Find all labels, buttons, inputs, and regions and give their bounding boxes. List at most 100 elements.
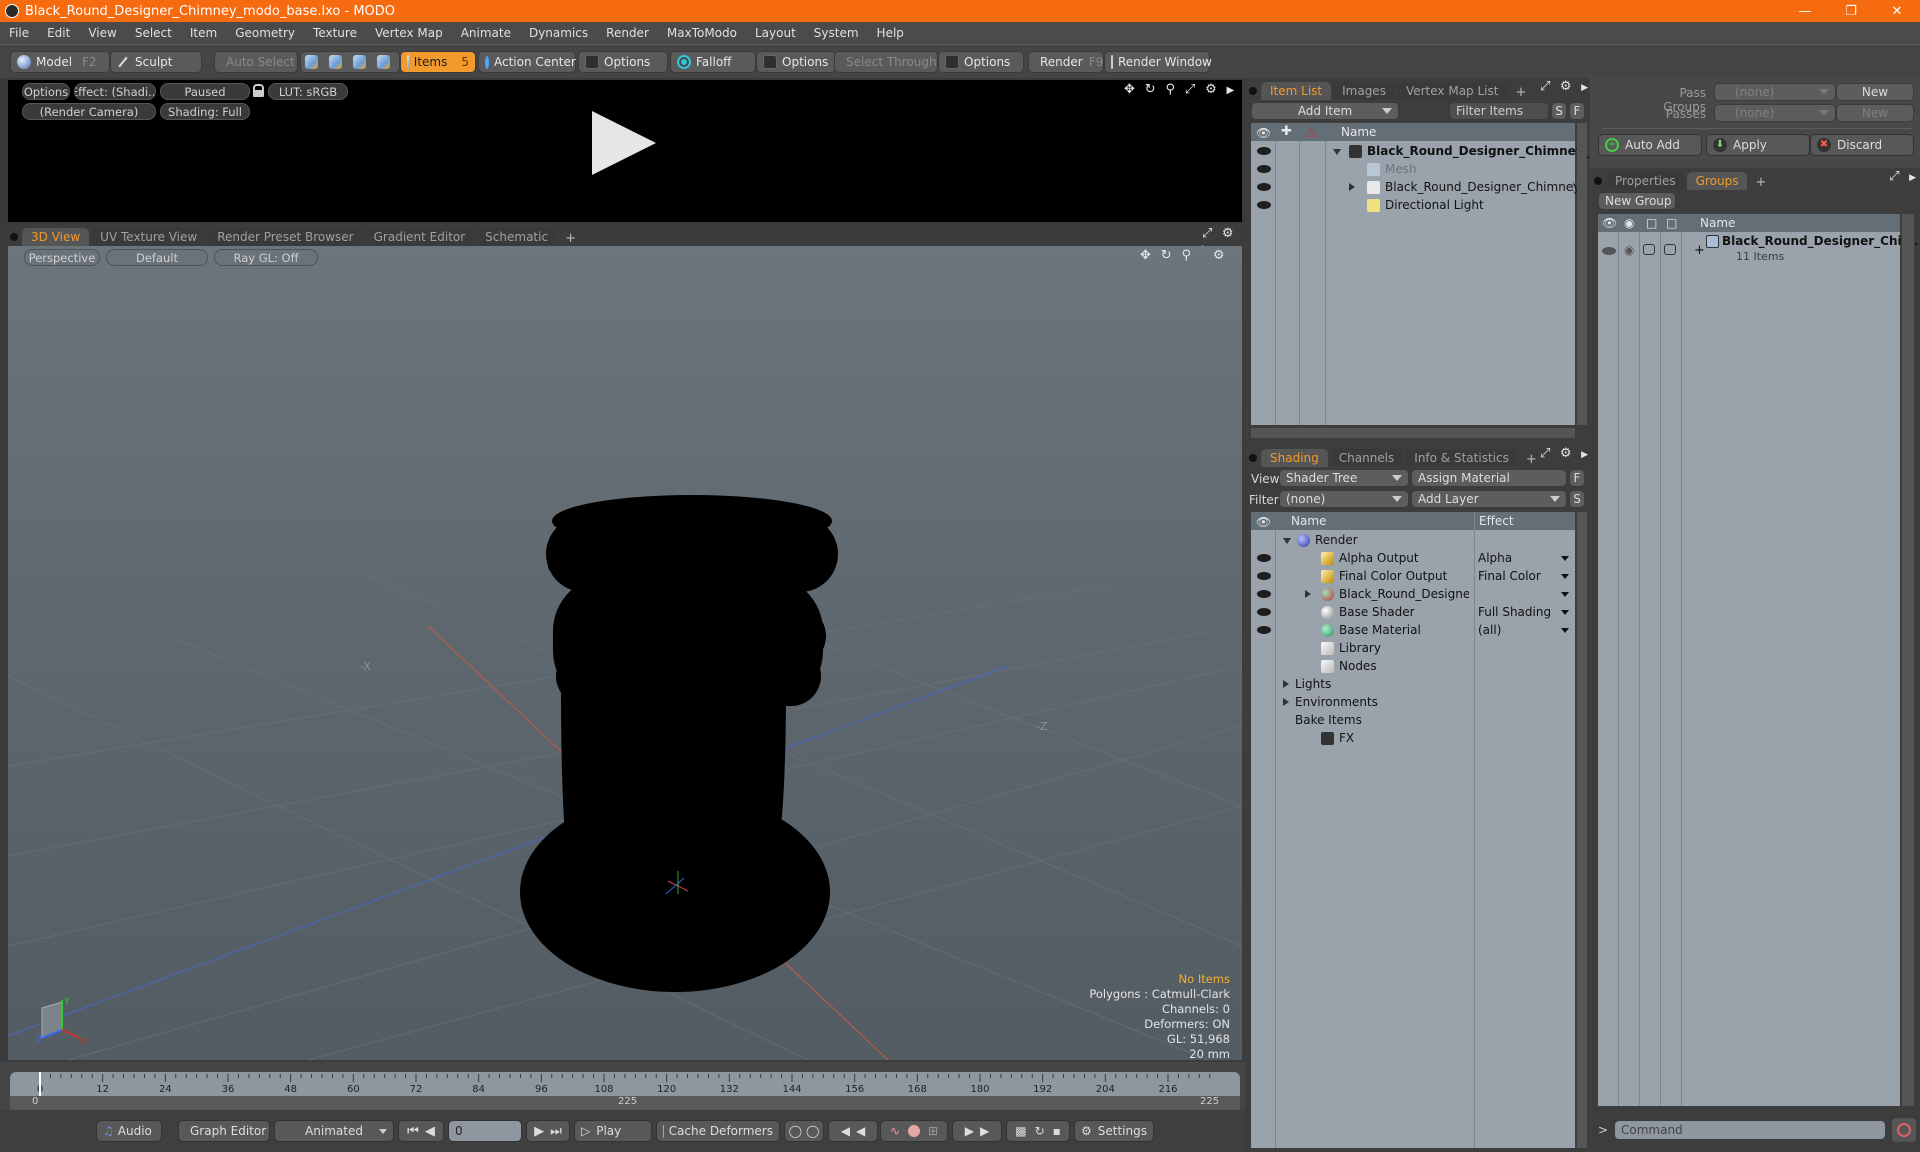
- shader-row-alpha-output[interactable]: Alpha Output Alpha: [1251, 549, 1575, 567]
- command-input[interactable]: Command: [1614, 1120, 1886, 1140]
- lock-toggle[interactable]: [1643, 244, 1655, 255]
- item-list-s-button[interactable]: S: [1551, 102, 1567, 120]
- go-to-start-icon[interactable]: ⏮: [407, 1124, 419, 1139]
- next-key-frame-icon[interactable]: ▶: [980, 1124, 989, 1138]
- add-layer-dropdown[interactable]: Add Layer: [1411, 490, 1567, 508]
- record-icon[interactable]: [908, 1125, 920, 1137]
- prev-frame-icon[interactable]: ◀: [856, 1124, 865, 1138]
- menu-animate[interactable]: Animate: [452, 26, 520, 40]
- item-row-group[interactable]: Black_Round_Designer_Chimney (2): [1251, 178, 1588, 196]
- audio-button[interactable]: ♫ Audio: [96, 1120, 162, 1142]
- visibility-column-icon[interactable]: 👁: [1256, 515, 1271, 529]
- shading-s-button[interactable]: S: [1569, 490, 1585, 508]
- expand-arrow-icon[interactable]: ▶: [1581, 83, 1588, 93]
- loop-icon[interactable]: ↻: [1035, 1124, 1045, 1138]
- items-mode-button[interactable]: Items 5: [400, 51, 476, 73]
- move-view-icon[interactable]: ✥: [1124, 82, 1135, 97]
- go-to-end-icon[interactable]: ⏭: [550, 1124, 562, 1139]
- menu-vertex-map[interactable]: Vertex Map: [366, 26, 452, 40]
- menu-geometry[interactable]: Geometry: [226, 26, 304, 40]
- tab-images[interactable]: Images: [1333, 82, 1395, 100]
- menu-texture[interactable]: Texture: [304, 26, 366, 40]
- axis-column-icon[interactable]: △: [1306, 124, 1315, 138]
- tab-3d-view[interactable]: 3D View: [22, 228, 90, 246]
- rotate-view-icon[interactable]: ↻: [1161, 248, 1172, 263]
- tab-shading[interactable]: Shading: [1261, 449, 1328, 467]
- preview-paused-button[interactable]: Paused: [160, 83, 250, 100]
- expand-arrow-icon[interactable]: [1305, 590, 1311, 598]
- effect-value[interactable]: Final Color: [1478, 569, 1541, 583]
- lut-dropdown[interactable]: LUT: sRGB: [268, 83, 348, 100]
- next-key-icon[interactable]: ▶: [534, 1124, 544, 1139]
- expand-arrow-icon[interactable]: ▶: [1581, 450, 1588, 460]
- eye-icon[interactable]: [1257, 554, 1271, 562]
- snap-icon[interactable]: ▪: [1053, 1124, 1061, 1138]
- maximize-panel-icon[interactable]: ⤢: [1889, 169, 1899, 184]
- select-through-button[interactable]: Select Through: [834, 51, 938, 73]
- shader-row-environments[interactable]: Environments: [1251, 693, 1575, 711]
- passes-dropdown[interactable]: (none): [1714, 104, 1836, 122]
- preview-effect-dropdown[interactable]: Effect: (Shadi...: [74, 83, 156, 100]
- chevron-down-icon[interactable]: [1561, 574, 1569, 579]
- expand-arrow-icon[interactable]: [1283, 680, 1289, 688]
- shader-tree-scrollbar[interactable]: [1577, 512, 1587, 1148]
- eye-icon[interactable]: [1602, 247, 1616, 255]
- shading-f-button[interactable]: F: [1569, 469, 1585, 487]
- eye-icon[interactable]: [1257, 590, 1271, 598]
- eye-icon[interactable]: [1257, 608, 1271, 616]
- menu-view[interactable]: View: [79, 26, 125, 40]
- cache-deformers-button[interactable]: Cache Deformers: [656, 1120, 780, 1142]
- shader-row-render[interactable]: Render: [1251, 531, 1575, 549]
- item-list-hscrollbar[interactable]: [1251, 428, 1575, 438]
- menu-select[interactable]: Select: [126, 26, 181, 40]
- menu-render[interactable]: Render: [597, 26, 658, 40]
- animated-dropdown[interactable]: Animated: [274, 1120, 394, 1142]
- effect-column-header[interactable]: Effect: [1479, 514, 1514, 528]
- shader-row-final-color-output[interactable]: Final Color Output Final Color: [1251, 567, 1575, 585]
- key-up-icon[interactable]: ◯: [789, 1124, 802, 1138]
- effect-value[interactable]: Alpha: [1478, 551, 1512, 565]
- action-center-button[interactable]: Action Center: [478, 51, 576, 73]
- shading-style-dropdown[interactable]: Default: [106, 249, 208, 266]
- chevron-down-icon[interactable]: [1561, 628, 1569, 633]
- filter-dropdown[interactable]: (none): [1279, 490, 1409, 508]
- render-window-button[interactable]: Render Window: [1104, 51, 1212, 73]
- maximize-panel-icon[interactable]: ⤢: [1202, 226, 1212, 241]
- lock-column-icon[interactable]: ✚: [1281, 124, 1292, 139]
- range-bar[interactable]: 0 225 225: [10, 1096, 1240, 1110]
- effect-value[interactable]: (all): [1478, 623, 1501, 637]
- tab-gradient-editor[interactable]: Gradient Editor: [364, 228, 475, 246]
- visibility-column-icon[interactable]: 👁: [1602, 216, 1617, 230]
- tab-vertex-map-list[interactable]: Vertex Map List: [1396, 82, 1508, 100]
- edges-mode-icon[interactable]: [329, 55, 342, 69]
- settings-button[interactable]: ⚙ Settings: [1074, 1120, 1154, 1142]
- groups-scrollbar[interactable]: [1902, 214, 1914, 1106]
- chevron-down-icon[interactable]: [1561, 592, 1569, 597]
- key-channel-icon[interactable]: ⊞: [928, 1124, 938, 1138]
- shader-row-fx[interactable]: FX: [1251, 729, 1575, 747]
- materials-mode-icon[interactable]: [377, 55, 390, 69]
- 3d-viewport-canvas[interactable]: -X -Z Perspective Default Ray GL: Off ✥ …: [8, 246, 1242, 1060]
- vertices-mode-icon[interactable]: [305, 55, 318, 69]
- filter-items-input[interactable]: Filter Items: [1449, 102, 1549, 120]
- model-mode-button[interactable]: Model F2: [10, 51, 110, 73]
- gear-icon[interactable]: ⚙: [1205, 82, 1217, 97]
- falloff-options-button[interactable]: Options: [756, 51, 836, 73]
- name-column-header[interactable]: Name: [1700, 216, 1735, 230]
- item-row-scene[interactable]: Black_Round_Designer_Chimney_...: [1251, 142, 1603, 160]
- sculpt-mode-button[interactable]: Sculpt: [110, 51, 202, 73]
- tab-render-preset-browser[interactable]: Render Preset Browser: [208, 228, 363, 246]
- item-list-scrollbar[interactable]: [1577, 123, 1587, 425]
- item-row-mesh[interactable]: Mesh: [1251, 160, 1575, 178]
- maximize-panel-icon[interactable]: ⤢: [1540, 79, 1550, 94]
- visibility-column-icon[interactable]: 👁: [1256, 126, 1271, 140]
- tab-properties[interactable]: Properties: [1606, 172, 1685, 190]
- menu-layout[interactable]: Layout: [746, 26, 805, 40]
- gear-icon[interactable]: ⚙: [1213, 248, 1225, 263]
- menu-system[interactable]: System: [805, 26, 868, 40]
- shader-row-lights[interactable]: Lights: [1251, 675, 1575, 693]
- raygl-dropdown[interactable]: Ray GL: Off: [214, 249, 318, 266]
- zoom-view-icon[interactable]: ⚲: [1165, 82, 1175, 97]
- eye-icon[interactable]: [1257, 165, 1271, 173]
- perspective-dropdown[interactable]: Perspective: [24, 249, 100, 266]
